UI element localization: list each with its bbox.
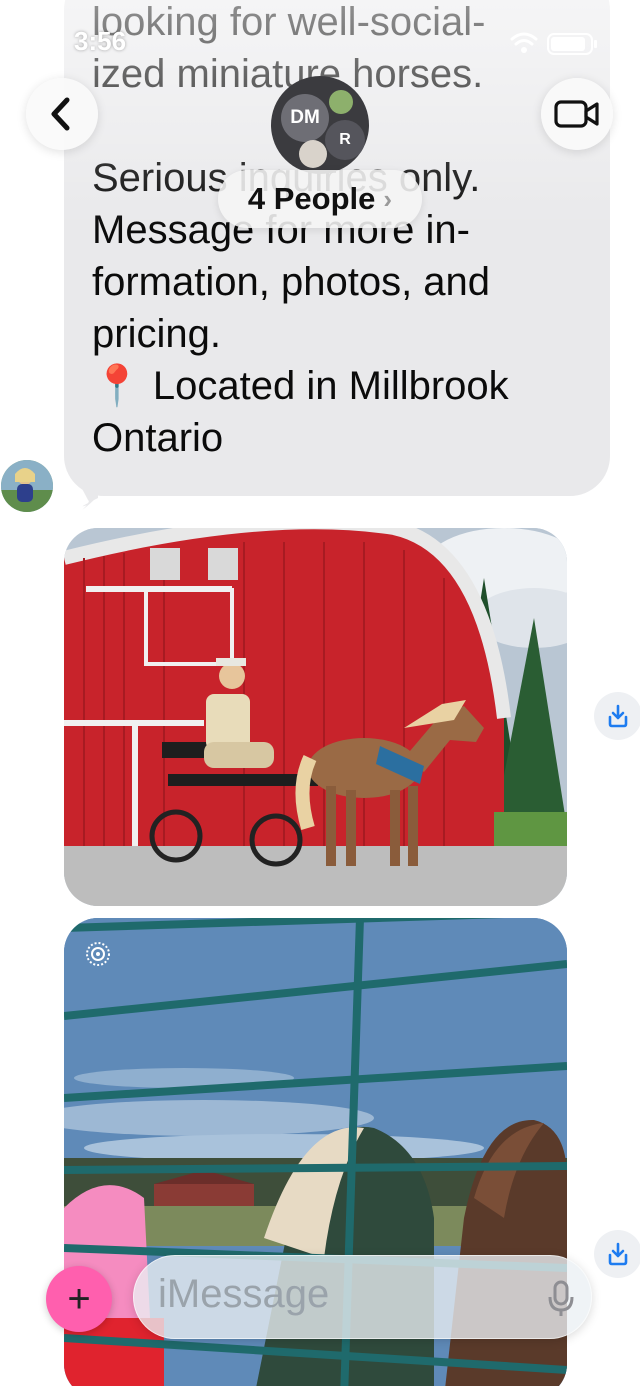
chevron-right-icon: › [383, 183, 393, 214]
add-attachment-button[interactable]: + [46, 1266, 112, 1332]
group-members-button[interactable]: 4 People › [218, 170, 422, 228]
sender-avatar[interactable] [1, 460, 53, 512]
message-input[interactable]: iMessage [133, 1255, 592, 1339]
chevron-left-icon [51, 97, 70, 131]
people-count-label: 4 People [247, 181, 376, 216]
download-icon [608, 704, 628, 728]
download-button-2[interactable] [594, 1230, 640, 1278]
message-text: looking for well-social- ized miniature … [92, 0, 509, 460]
back-button[interactable] [26, 78, 98, 150]
photo-barn-horse-cart[interactable] [64, 528, 567, 906]
group-avatar[interactable]: DM R [271, 76, 369, 174]
status-icons [510, 32, 597, 55]
download-button[interactable] [594, 692, 640, 740]
message-input-placeholder: iMessage [158, 1272, 330, 1316]
status-time: 3:56 [74, 26, 127, 56]
message-bubble[interactable]: looking for well-social- ized miniature … [64, 0, 610, 496]
battery-icon [547, 33, 597, 55]
microphone-icon[interactable] [546, 1280, 576, 1318]
avatar-initials-secondary: R [325, 120, 365, 160]
avatar-photo [329, 90, 353, 114]
facetime-video-button[interactable] [541, 78, 613, 150]
download-icon [608, 1242, 628, 1266]
avatar-initials: DM [281, 94, 329, 142]
video-camera-icon [554, 100, 599, 128]
wifi-icon [510, 32, 538, 53]
avatar-photo-2 [299, 140, 327, 168]
